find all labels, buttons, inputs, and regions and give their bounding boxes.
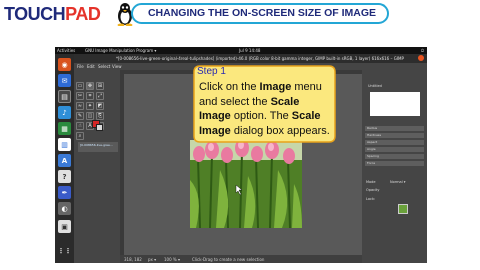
mode-select[interactable]: Normal ▾	[390, 180, 406, 184]
software-center-icon[interactable]: A	[58, 154, 71, 167]
brush-name: Untitled	[368, 84, 382, 88]
layer-thumbnail[interactable]	[398, 204, 408, 214]
dock-panel: Untitled Radius Hardness Aspect Angle Sp…	[362, 70, 427, 263]
rect-select-tool-icon[interactable]: ▭	[76, 82, 84, 90]
mode-label: Mode	[366, 180, 376, 184]
clone-tool-icon[interactable]: ⎘	[96, 112, 104, 120]
files-icon[interactable]: ▤	[58, 90, 71, 103]
rhythmbox-icon[interactable]: ♪	[58, 106, 71, 119]
background-color-swatch[interactable]	[96, 124, 103, 131]
status-message: Click-Drag to create a new selection	[192, 257, 265, 262]
warp-tool-icon[interactable]: ≈	[76, 102, 84, 110]
inkscape-icon[interactable]: ✒	[58, 186, 71, 199]
bucket-fill-tool-icon[interactable]: ◩	[96, 102, 104, 110]
clock[interactable]: Jul 9 14:48	[239, 48, 260, 53]
opacity-label: Opacity	[366, 188, 380, 192]
window-titlebar: *[0-008656-live-green-original-4real-tul…	[74, 54, 427, 63]
app-menu[interactable]: GNU Image Manipulation Program ▾	[85, 48, 156, 53]
page-title: CHANGING THE ON-SCREEN SIZE OF IMAGE	[147, 7, 377, 19]
menu-view[interactable]: View	[112, 64, 122, 69]
slide: TOUCHPAD CHANGING THE ON-SCREEN SIZE OF …	[0, 0, 480, 270]
callout-bold-image: Image	[259, 81, 292, 93]
thunderbird-icon[interactable]: ✉	[58, 74, 71, 87]
logo-part-touch: TOUCH	[4, 4, 66, 24]
logo-part-pad: PAD	[65, 4, 101, 24]
ubuntu-top-bar: Activities GNU Image Manipulation Progra…	[55, 47, 427, 54]
help-icon[interactable]: ?	[58, 170, 71, 183]
option-angle[interactable]: Angle	[365, 147, 424, 152]
status-zoom[interactable]: 100 % ▾	[164, 257, 180, 262]
paintbrush-tool-icon[interactable]: ✎	[76, 112, 84, 120]
crop-tool-icon[interactable]: ⌗	[86, 92, 94, 100]
option-radius[interactable]: Radius	[365, 126, 424, 131]
window-title: *[0-008656-live-green-original-4real-tul…	[116, 56, 404, 61]
tulip-photo	[190, 140, 302, 228]
close-icon[interactable]	[418, 55, 424, 61]
move-tool-icon[interactable]: ✥	[86, 82, 94, 90]
align-tool-icon[interactable]: ⊞	[96, 82, 104, 90]
menu-edit[interactable]: Edit	[87, 64, 95, 69]
image-tab[interactable]: [0-008656-live-gree...	[78, 142, 118, 152]
transform-tool-icon[interactable]: ⤢	[96, 92, 104, 100]
power-icon[interactable]: ⏻	[421, 48, 424, 53]
step-label: Step 1	[197, 66, 226, 77]
free-select-tool-icon[interactable]: ✂	[76, 92, 84, 100]
smudge-tool-icon[interactable]: ☝	[76, 122, 84, 130]
callout-text-1: Click on the	[199, 81, 260, 93]
callout-text: Click on the Image menu and select the S…	[199, 80, 333, 138]
libreoffice-calc-icon[interactable]: ▥	[58, 138, 71, 151]
option-force[interactable]: Force	[365, 161, 424, 166]
gimp-icon[interactable]: ◐	[58, 202, 71, 215]
firefox-icon[interactable]: ◉	[58, 58, 71, 71]
status-coords: 318, 182	[124, 257, 142, 262]
show-apps-icon[interactable]: ⋮⋮	[58, 244, 72, 257]
activities-button[interactable]: Activities	[57, 48, 75, 53]
option-spacing[interactable]: Spacing	[365, 154, 424, 159]
libreoffice-writer-icon[interactable]: ▦	[58, 122, 71, 135]
option-hardness[interactable]: Hardness	[365, 133, 424, 138]
status-unit[interactable]: px ▾	[148, 257, 156, 262]
callout-text-4: dialog box appears.	[230, 124, 330, 137]
status-bar: 318, 182 px ▾ 100 % ▾ Click-Drag to crea…	[120, 255, 362, 263]
header-band: TOUCHPAD CHANGING THE ON-SCREEN SIZE OF …	[0, 0, 480, 30]
vertical-ruler[interactable]	[120, 70, 124, 255]
brush-preview[interactable]	[370, 92, 420, 116]
fuzzy-select-tool-icon[interactable]: ✦	[86, 102, 94, 110]
tulip-image[interactable]	[190, 140, 302, 228]
trash-icon[interactable]: ▣	[58, 220, 71, 233]
option-aspect[interactable]: Aspect	[365, 140, 424, 145]
menu-select[interactable]: Select	[98, 64, 110, 69]
menu-file[interactable]: File	[77, 64, 84, 69]
zoom-tool-icon[interactable]: ⌕	[76, 132, 84, 140]
lock-label: Lock:	[366, 197, 376, 201]
callout-text-3: option. The	[230, 110, 292, 122]
ubuntu-dock: ◉ ✉ ▤ ♪ ▦ ▥ A ? ✒ ◐ ▣ ⋮⋮	[55, 54, 74, 263]
touchpad-logo: TOUCHPAD	[4, 4, 101, 25]
eraser-tool-icon[interactable]: ◫	[86, 112, 94, 120]
